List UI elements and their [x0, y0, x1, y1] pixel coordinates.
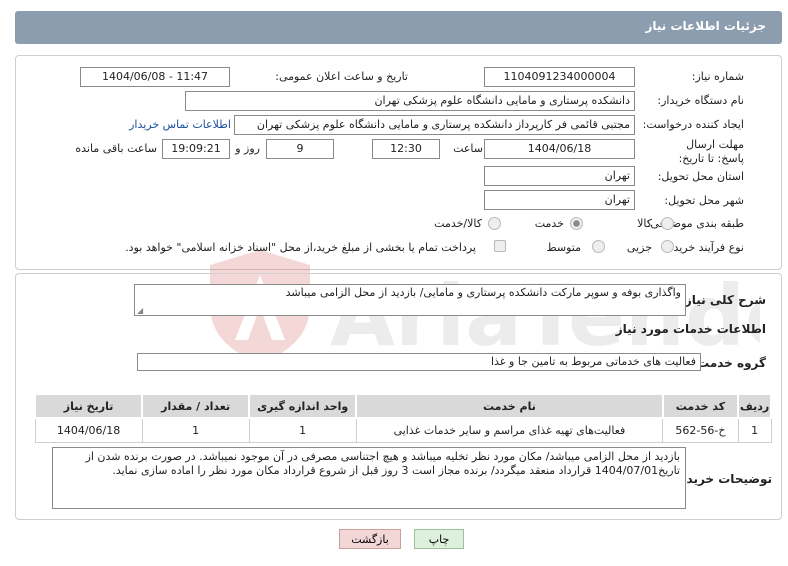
col-unit: واحد اندازه گیری: [248, 393, 358, 419]
cell-need-date: 1404/06/18: [34, 417, 143, 443]
page-title: جزئیات اطلاعات نیاز: [645, 19, 766, 33]
cell-row-number: 1: [737, 417, 772, 443]
buyer-org-field: دانشکده پرستاری و مامایی دانشگاه علوم پز…: [185, 91, 635, 111]
remaining-days-field: 9: [266, 139, 334, 159]
category-radio-service[interactable]: [570, 217, 583, 230]
summary-label: شرح کلی نیاز:: [680, 293, 766, 307]
category-radio-goods[interactable]: [661, 217, 674, 230]
city-label: شهر محل تحویل:: [664, 194, 744, 207]
category-radio-goods-service[interactable]: [488, 217, 501, 230]
resize-handle-icon: ◢: [137, 306, 144, 315]
summary-textarea[interactable]: واگذاری بوفه و سوپر مارکت دانشکده پرستار…: [134, 284, 686, 316]
remaining-time-field: 19:09:21: [162, 139, 230, 159]
deadline-label: مهلت ارسال پاسخ: تا تاریخ:: [678, 138, 744, 165]
cell-quantity: 1: [141, 417, 250, 443]
service-group-label: گروه خدمت:: [692, 356, 766, 370]
deadline-time-field: 12:30: [372, 139, 440, 159]
category-option-goods-service: کالا/خدمت: [434, 217, 482, 230]
table-row: 1 خ-56-562 فعالیت‌های تهیه غذای مراسم و …: [34, 417, 772, 443]
cell-service-name: فعالیت‌های تهیه غذای مراسم و سایر خدمات …: [355, 417, 664, 443]
services-section-title: اطلاعات خدمات مورد نیاز: [615, 322, 766, 336]
need-number-label: شماره نیاز:: [691, 70, 744, 83]
col-need-date: تاریخ نیاز: [33, 393, 144, 419]
announce-label: تاریخ و ساعت اعلان عمومی:: [275, 70, 408, 83]
city-field: تهران: [484, 190, 635, 210]
buyer-contact-link[interactable]: اطلاعات تماس خریدار: [129, 118, 231, 131]
deadline-time-label: ساعت: [453, 142, 483, 155]
process-radio-minor[interactable]: [661, 240, 674, 253]
process-option-minor: جزیی: [626, 241, 652, 254]
announce-datetime-field: 1404/06/08 - 11:47: [80, 67, 230, 87]
creator-field: مجتبی قائمی فر کارپرداز دانشکده پرستاری …: [234, 115, 635, 135]
need-number-field: 1104091234000004: [484, 67, 635, 87]
creator-label: ایجاد کننده درخواست:: [642, 118, 744, 131]
table-header-row: ردیف کد خدمت نام خدمت واحد اندازه گیری ت…: [33, 393, 772, 419]
province-field: تهران: [484, 166, 635, 186]
col-service-code: کد خدمت: [661, 393, 740, 419]
col-service-name: نام خدمت: [355, 393, 664, 419]
services-table: ردیف کد خدمت نام خدمت واحد اندازه گیری ت…: [33, 393, 772, 443]
buyer-notes-text: بازدید از محل الزامی میباشد/ مکان مورد ن…: [85, 450, 680, 477]
back-button[interactable]: بازگشت: [339, 529, 401, 549]
buyer-org-label: نام دستگاه خریدار:: [657, 94, 744, 107]
remaining-days-label: روز و: [235, 142, 260, 155]
cell-unit: 1: [248, 417, 357, 443]
process-radio-medium[interactable]: [592, 240, 605, 253]
treasury-payment-checkbox[interactable]: [494, 240, 506, 252]
col-quantity: تعداد / مقدار: [141, 393, 251, 419]
process-option-medium: متوسط: [546, 241, 581, 254]
cell-service-code: خ-56-562: [662, 417, 739, 443]
category-option-goods: کالا: [637, 217, 652, 230]
page-header: جزئیات اطلاعات نیاز: [15, 11, 782, 44]
process-label: نوع فرآیند خرید :: [666, 241, 744, 254]
treasury-payment-note: پرداخت تمام یا بخشی از مبلغ خرید،از محل …: [125, 241, 476, 254]
summary-text: واگذاری بوفه و سوپر مارکت دانشکده پرستار…: [285, 286, 681, 299]
deadline-date-field: 1404/06/18: [484, 139, 635, 159]
col-row-number: ردیف: [737, 393, 772, 419]
print-button[interactable]: چاپ: [414, 529, 464, 549]
service-group-field: فعالیت های خدماتی مربوط به تامین جا و غذ…: [137, 353, 701, 371]
province-label: استان محل تحویل:: [657, 170, 744, 183]
remaining-time-label: ساعت باقی مانده: [75, 142, 157, 155]
category-option-service: خدمت: [534, 217, 564, 230]
buyer-notes-textarea[interactable]: بازدید از محل الزامی میباشد/ مکان مورد ن…: [52, 447, 686, 509]
